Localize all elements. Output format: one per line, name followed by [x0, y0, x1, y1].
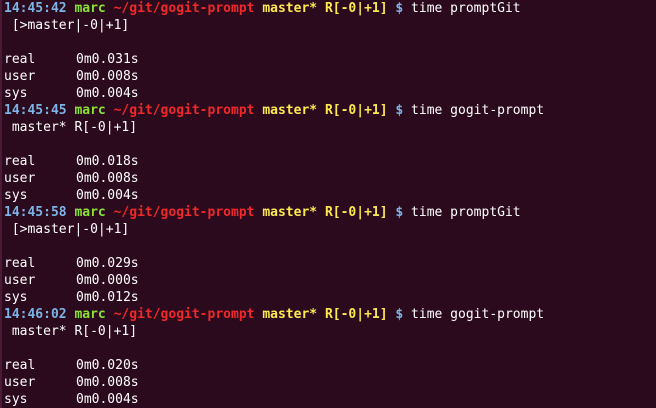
timing-value: 0m0.020s: [76, 358, 139, 373]
prompt-dollar: $: [395, 205, 404, 220]
prompt-time: 14:45:58: [4, 205, 67, 220]
prompt-branch: master*: [262, 103, 318, 118]
prompt-dollar: $: [395, 307, 404, 322]
prompt-dollar: $: [395, 103, 404, 118]
terminal-window[interactable]: 14:45:42 marc ~/git/gogit-prompt master*…: [0, 0, 656, 408]
prompt-path: ~/git/gogit-prompt: [113, 205, 255, 220]
timing-row-real: real 0m0.029s: [4, 255, 656, 272]
prompt-path: ~/git/gogit-prompt: [113, 1, 255, 16]
timing-label: sys: [4, 392, 28, 407]
timing-label: user: [4, 273, 36, 288]
prompt-line: 14:45:45 marc ~/git/gogit-prompt master*…: [4, 102, 656, 119]
timing-row-sys: sys 0m0.004s: [4, 85, 656, 102]
timing-label: sys: [4, 86, 28, 101]
timing-label: user: [4, 375, 36, 390]
prompt-git-status: R[-0|+1]: [324, 103, 388, 118]
command-output: master* R[-0|+1]: [4, 324, 138, 339]
command-output: [>master|-0|+1]: [4, 222, 130, 237]
prompt-time: 14:45:42: [4, 1, 67, 16]
timing-label: sys: [4, 290, 28, 305]
timing-value: 0m0.008s: [76, 375, 139, 390]
timing-row-user: user 0m0.008s: [4, 68, 656, 85]
command-output: [>master|-0|+1]: [4, 18, 130, 33]
prompt-time: 14:45:45: [4, 103, 67, 118]
timing-label: user: [4, 69, 36, 84]
prompt-branch: master*: [262, 1, 318, 16]
command-text: time promptGit: [411, 1, 521, 16]
prompt-git-status: R[-0|+1]: [324, 1, 388, 16]
timing-value: 0m0.012s: [76, 290, 139, 305]
timing-value: 0m0.018s: [76, 154, 139, 169]
prompt-user: marc: [74, 1, 106, 16]
timing-value: 0m0.008s: [76, 171, 139, 186]
timing-row-user: user 0m0.008s: [4, 170, 656, 187]
prompt-time: 14:46:02: [4, 307, 67, 322]
prompt-git-status: R[-0|+1]: [324, 205, 388, 220]
prompt-user: marc: [74, 205, 106, 220]
timing-row-sys: sys 0m0.004s: [4, 187, 656, 204]
timing-value: 0m0.004s: [76, 392, 139, 407]
timing-row-real: real 0m0.031s: [4, 51, 656, 68]
command-text: time promptGit: [411, 205, 521, 220]
timing-value: 0m0.008s: [76, 69, 139, 84]
prompt-branch: master*: [262, 205, 318, 220]
command-output: master* R[-0|+1]: [4, 120, 138, 135]
prompt-line: 14:46:02 marc ~/git/gogit-prompt master*…: [4, 306, 656, 323]
window-edge: [0, 0, 2, 408]
timing-value: 0m0.029s: [76, 256, 139, 271]
timing-label: real: [4, 358, 36, 373]
timing-label: real: [4, 256, 36, 271]
timing-label: real: [4, 52, 36, 67]
timing-row-sys: sys 0m0.004s: [4, 391, 656, 408]
timing-row-real: real 0m0.020s: [4, 357, 656, 374]
prompt-path: ~/git/gogit-prompt: [113, 307, 255, 322]
prompt-path: ~/git/gogit-prompt: [113, 103, 255, 118]
prompt-line: 14:45:42 marc ~/git/gogit-prompt master*…: [4, 0, 656, 17]
command-text: time gogit-prompt: [411, 307, 545, 322]
prompt-git-status: R[-0|+1]: [324, 307, 388, 322]
timing-row-real: real 0m0.018s: [4, 153, 656, 170]
timing-label: sys: [4, 188, 28, 203]
timing-value: 0m0.004s: [76, 86, 139, 101]
timing-value: 0m0.031s: [76, 52, 139, 67]
timing-label: user: [4, 171, 36, 186]
timing-row-user: user 0m0.008s: [4, 374, 656, 391]
prompt-line: 14:45:58 marc ~/git/gogit-prompt master*…: [4, 204, 656, 221]
prompt-user: marc: [74, 103, 106, 118]
timing-value: 0m0.000s: [76, 273, 139, 288]
prompt-user: marc: [74, 307, 106, 322]
timing-label: real: [4, 154, 36, 169]
timing-row-sys: sys 0m0.012s: [4, 289, 656, 306]
prompt-dollar: $: [395, 1, 404, 16]
prompt-branch: master*: [262, 307, 318, 322]
command-text: time gogit-prompt: [411, 103, 545, 118]
timing-value: 0m0.004s: [76, 188, 139, 203]
timing-row-user: user 0m0.000s: [4, 272, 656, 289]
